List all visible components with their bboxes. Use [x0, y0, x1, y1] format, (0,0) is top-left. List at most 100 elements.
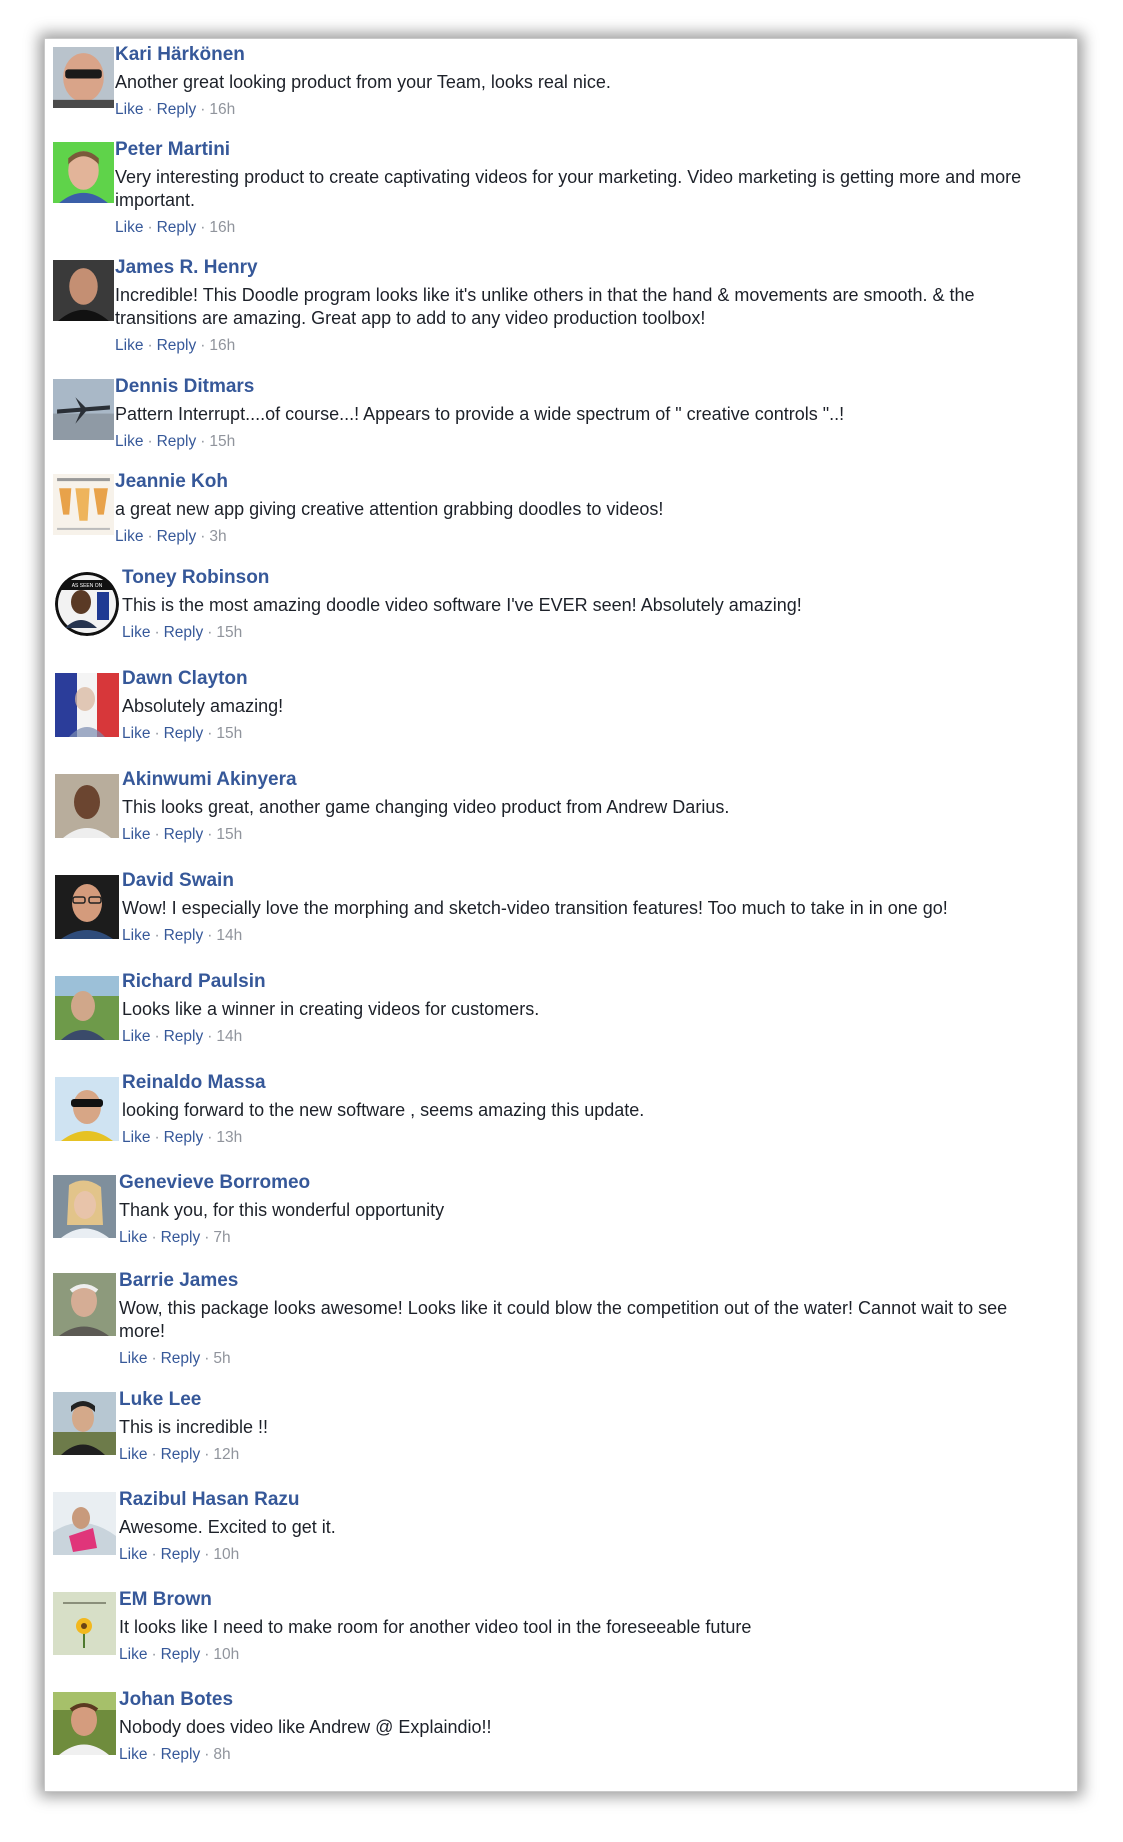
comment-timestamp[interactable]: 8h — [213, 1746, 230, 1763]
commenter-name[interactable]: Jeannie Koh — [115, 470, 1047, 494]
reply-link[interactable]: Reply — [161, 1646, 201, 1663]
avatar[interactable] — [53, 1175, 116, 1238]
reply-link[interactable]: Reply — [157, 433, 197, 450]
reply-link[interactable]: Reply — [164, 725, 204, 742]
commenter-name[interactable]: Akinwumi Akinyera — [122, 768, 1047, 792]
comment-actions: Like · Reply · 13h — [122, 1129, 243, 1146]
comment-actions: Like · Reply · 15h — [122, 826, 243, 843]
like-link[interactable]: Like — [122, 927, 150, 944]
avatar[interactable] — [53, 260, 114, 321]
like-link[interactable]: Like — [119, 1446, 147, 1463]
comment-timestamp[interactable]: 14h — [216, 1028, 242, 1045]
avatar[interactable] — [53, 1492, 116, 1555]
avatar[interactable]: AS SEEN ON — [55, 572, 119, 636]
comment-actions: Like · Reply · 16h — [115, 219, 236, 236]
commenter-name[interactable]: Barrie James — [119, 1269, 1047, 1293]
avatar[interactable] — [55, 1077, 119, 1141]
comment-timestamp[interactable]: 10h — [213, 1546, 239, 1563]
comment-timestamp[interactable]: 10h — [213, 1646, 239, 1663]
like-link[interactable]: Like — [115, 219, 143, 236]
avatar[interactable] — [53, 1592, 116, 1655]
like-link[interactable]: Like — [119, 1646, 147, 1663]
comment-timestamp[interactable]: 16h — [209, 101, 235, 118]
like-link[interactable]: Like — [122, 725, 150, 742]
like-link[interactable]: Like — [122, 1129, 150, 1146]
reply-link[interactable]: Reply — [164, 1028, 204, 1045]
like-link[interactable]: Like — [122, 1028, 150, 1045]
comment-timestamp[interactable]: 5h — [213, 1350, 230, 1367]
reply-link[interactable]: Reply — [161, 1746, 201, 1763]
avatar[interactable] — [55, 875, 119, 939]
comment-timestamp[interactable]: 12h — [213, 1446, 239, 1463]
comment-timestamp[interactable]: 15h — [216, 826, 242, 843]
comment-timestamp[interactable]: 15h — [209, 433, 235, 450]
commenter-name[interactable]: EM Brown — [119, 1588, 1047, 1612]
commenter-name[interactable]: Richard Paulsin — [122, 970, 1047, 994]
reply-link[interactable]: Reply — [161, 1446, 201, 1463]
like-link[interactable]: Like — [115, 337, 143, 354]
reply-link[interactable]: Reply — [164, 927, 204, 944]
like-link[interactable]: Like — [115, 101, 143, 118]
like-link[interactable]: Like — [122, 826, 150, 843]
avatar[interactable] — [53, 1273, 116, 1336]
commenter-name[interactable]: Razibul Hasan Razu — [119, 1488, 1047, 1512]
comment-actions: Like · Reply · 16h — [115, 337, 236, 354]
commenter-name[interactable]: Dawn Clayton — [122, 667, 1047, 691]
like-link[interactable]: Like — [122, 624, 150, 641]
avatar[interactable] — [53, 47, 114, 108]
comment-actions: Like · Reply · 10h — [119, 1646, 240, 1663]
reply-link[interactable]: Reply — [164, 1129, 204, 1146]
commenter-name[interactable]: Peter Martini — [115, 138, 1047, 162]
comment-actions: Like · Reply · 15h — [122, 624, 243, 641]
comment-timestamp[interactable]: 14h — [216, 927, 242, 944]
avatar[interactable] — [53, 1692, 116, 1755]
like-link[interactable]: Like — [119, 1546, 147, 1563]
comment-timestamp[interactable]: 15h — [216, 725, 242, 742]
commenter-name[interactable]: Toney Robinson — [122, 566, 1047, 590]
comment-text: Awesome. Excited to get it. — [119, 1517, 336, 1537]
comment-text: Looks like a winner in creating videos f… — [122, 999, 540, 1019]
like-link[interactable]: Like — [119, 1229, 147, 1246]
avatar[interactable] — [53, 379, 114, 440]
avatar[interactable] — [55, 774, 119, 838]
commenter-name[interactable]: David Swain — [122, 869, 1047, 893]
reply-link[interactable]: Reply — [157, 219, 197, 236]
reply-link[interactable]: Reply — [164, 826, 204, 843]
comment-timestamp[interactable]: 7h — [213, 1229, 230, 1246]
commenter-name[interactable]: Dennis Ditmars — [115, 375, 1047, 399]
comment-actions: Like · Reply · 14h — [122, 927, 243, 944]
comment-text: Incredible! This Doodle program looks li… — [115, 285, 975, 328]
avatar[interactable] — [53, 474, 114, 535]
commenter-name[interactable]: James R. Henry — [115, 256, 1047, 280]
commenter-name[interactable]: Luke Lee — [119, 1388, 1047, 1412]
reply-link[interactable]: Reply — [157, 528, 197, 545]
commenter-name[interactable]: Johan Botes — [119, 1688, 1047, 1712]
avatar[interactable] — [55, 673, 119, 737]
like-link[interactable]: Like — [115, 433, 143, 450]
comment-text: This is the most amazing doodle video so… — [122, 595, 802, 615]
commenter-name[interactable]: Genevieve Borromeo — [119, 1171, 1047, 1195]
comment-timestamp[interactable]: 13h — [216, 1129, 242, 1146]
avatar[interactable] — [53, 142, 114, 203]
comment-actions: Like · Reply · 8h — [119, 1746, 231, 1763]
reply-link[interactable]: Reply — [161, 1229, 201, 1246]
like-link[interactable]: Like — [115, 528, 143, 545]
like-link[interactable]: Like — [119, 1350, 147, 1367]
comment-actions: Like · Reply · 5h — [119, 1350, 231, 1367]
avatar[interactable] — [53, 1392, 116, 1455]
reply-link[interactable]: Reply — [161, 1546, 201, 1563]
comment-text: Nobody does video like Andrew @ Explaind… — [119, 1717, 492, 1737]
comment-timestamp[interactable]: 16h — [209, 337, 235, 354]
comment-timestamp[interactable]: 3h — [209, 528, 226, 545]
like-link[interactable]: Like — [119, 1746, 147, 1763]
commenter-name[interactable]: Reinaldo Massa — [122, 1071, 1047, 1095]
comment-timestamp[interactable]: 16h — [209, 219, 235, 236]
reply-link[interactable]: Reply — [157, 337, 197, 354]
comment-text: This is incredible !! — [119, 1417, 269, 1437]
reply-link[interactable]: Reply — [161, 1350, 201, 1367]
reply-link[interactable]: Reply — [157, 101, 197, 118]
avatar[interactable] — [55, 976, 119, 1040]
commenter-name[interactable]: Kari Härkönen — [115, 43, 1047, 67]
reply-link[interactable]: Reply — [164, 624, 204, 641]
comment-timestamp[interactable]: 15h — [216, 624, 242, 641]
